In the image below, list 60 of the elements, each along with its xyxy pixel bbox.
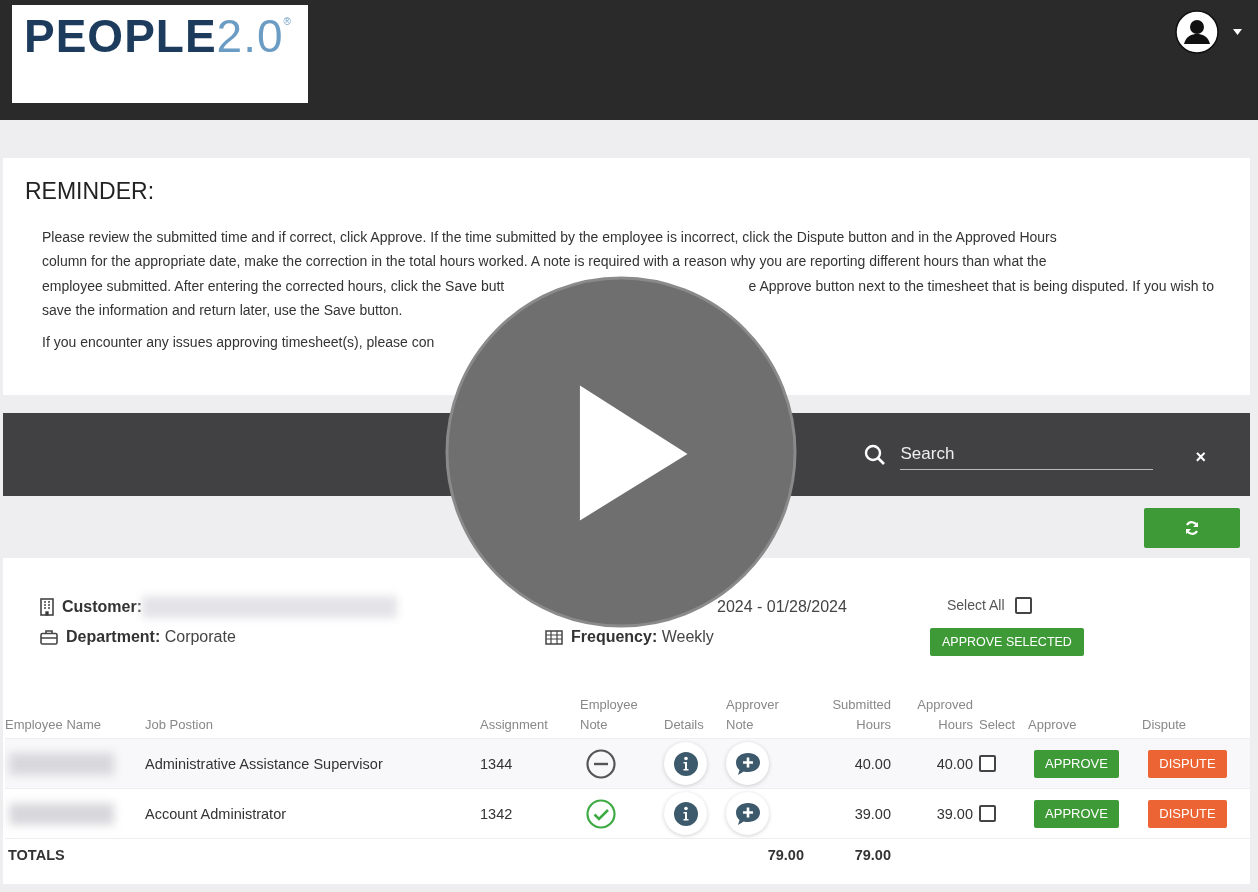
approve-button[interactable]: APPROVE [1034,799,1119,828]
reminder-title: REMINDER: [25,178,156,205]
column-header: Select [978,716,1017,734]
caret-icon[interactable] [1233,29,1242,35]
logo: PEOPLE2.0® [12,5,308,103]
reminder-text: employee submitted. After entering the corrected hours, click the Save butt [42,276,505,296]
search-icon [864,443,887,466]
table-cell: 40.00 [854,755,891,772]
row-checkbox[interactable] [979,755,996,772]
period-text: 2024 - 01/28/2024 [717,598,847,616]
customer-label: Customer: [62,598,142,616]
search-field[interactable]: Search [900,439,1154,470]
table-cell: 39.00 [854,805,891,822]
reminder-text: column for the appropriate date, make the correction in the total hours worked. A note is required with a reason why you are reporting different hours than what the [42,252,1047,272]
column-header: Approver Note [726,698,780,734]
dispute-button[interactable]: DISPUTE [1148,749,1227,778]
column-header: Assignment [480,716,549,734]
reminder-text: e Approve button next to the timesheet that is being disputed. If you wish to [748,276,1214,296]
select-all-label: Select All [947,597,1005,613]
clear-button[interactable]: × [1195,447,1206,468]
department-text: Department: Corporate [66,628,236,646]
add-comment-icon [733,750,762,777]
contact-text: If you encounter any issues approving timesheet(s), please con [42,334,435,351]
table-cell: 40.00 [936,755,973,772]
info-icon [672,750,699,777]
table-cell: 1344 [480,755,513,772]
building-icon [40,598,54,616]
column-header: Job Postion [145,716,214,734]
column-header: Approved Hours [916,698,973,734]
column-header: Details [664,716,705,734]
info-button[interactable] [664,792,707,835]
table-cell: 39.00 [936,805,973,822]
briefcase-icon [40,629,58,645]
table-cell: Administrative Assistance Supervisor [145,755,383,772]
avatar-icon[interactable] [1175,10,1219,54]
total-value: 79.00 [854,847,891,863]
column-header: Submitted Hours [831,698,891,734]
table-cell: Account Administrator [145,805,287,822]
column-header: Approve [1028,716,1078,734]
add-note-button[interactable] [726,792,769,835]
row-checkbox[interactable] [979,805,996,822]
info-button[interactable] [664,742,707,785]
totals-label: TOTALS [7,847,65,863]
select-all-checkbox[interactable] [1014,596,1032,614]
add-note-button[interactable] [726,742,769,785]
table-icon [545,629,563,645]
column-header: Employee Note [580,698,639,734]
approve-selected-button[interactable]: APPROVE SELECTED [930,628,1084,656]
approve-button[interactable]: APPROVE [1034,749,1119,778]
table-cell: 1342 [480,805,513,822]
refresh-icon [1184,520,1200,536]
frequency-text: Frequency: Weekly [571,628,714,646]
dispute-button[interactable]: DISPUTE [1148,799,1227,828]
column-header: Employee Name [5,716,103,734]
info-icon [672,800,699,827]
reminder-text: save the information and return later, use the Save button. [42,300,403,320]
add-comment-icon [733,800,762,827]
column-header: Dispute [1142,716,1188,734]
total-value: 79.00 [767,847,804,863]
reminder-text: Please review the submitted time and if correct, click Approve. If the time submitted by the employee is incorrect, click the Dispute button and in the Approved Hours [42,228,1057,247]
